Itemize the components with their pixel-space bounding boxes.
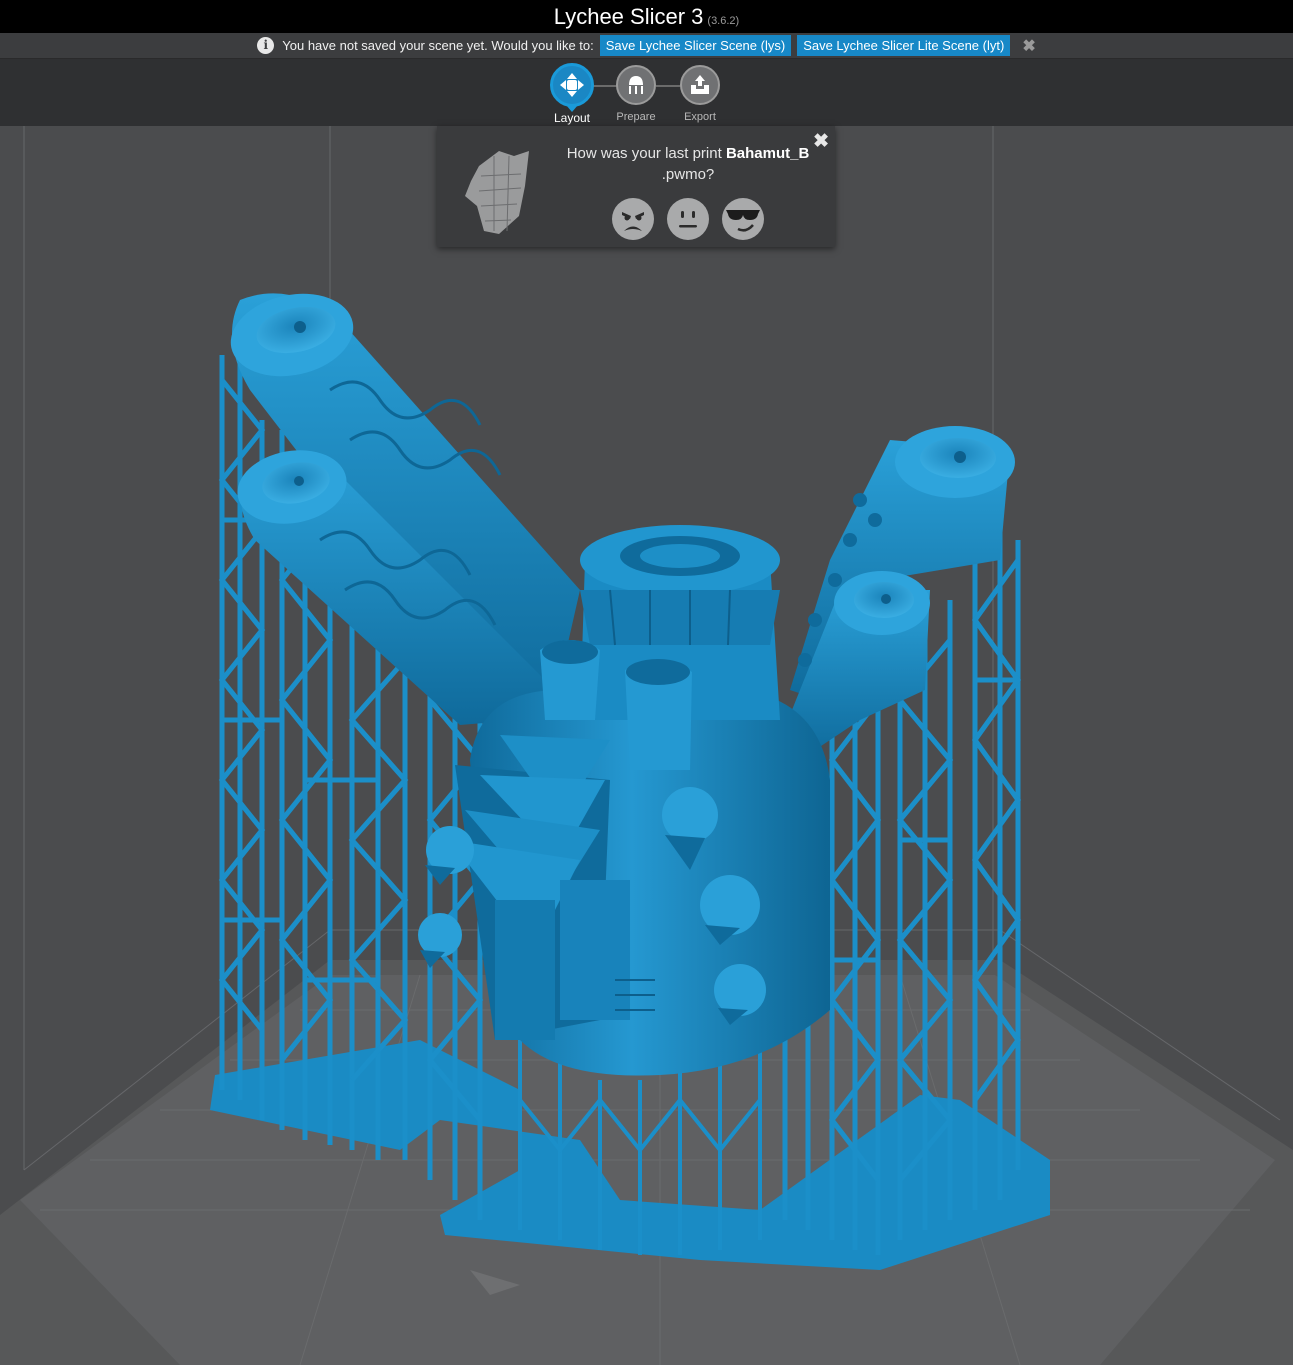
close-icon[interactable]: ✖ [813,130,829,153]
workflow-stepper: Layout Prepare Export [0,59,1293,126]
neutral-face-icon[interactable] [667,198,709,240]
step-label: Layout [553,111,591,125]
close-icon[interactable]: ✖ [1022,36,1035,56]
save-lyt-button[interactable]: Save Lychee Slicer Lite Scene (lyt) [797,35,1011,56]
app-version: (3.6.2) [707,15,740,27]
scene-canvas [0,126,1293,1365]
print-file-ext: .pwmo? [661,166,715,183]
app-title: Lychee Slicer 3 [553,4,704,29]
app-window: Lychee Slicer 3 (3.6.2) i You have not sa… [0,0,1293,1365]
title-bar: Lychee Slicer 3 (3.6.2) [0,0,1293,33]
save-lys-button[interactable]: Save Lychee Slicer Scene (lys) [599,35,792,56]
unsaved-scene-notice: i You have not saved your scene yet. Wou… [0,33,1293,59]
print-feedback-popup: How was your last print Bahamut_B .pwmo?… [437,126,835,247]
question-text: How was your last print [566,145,722,162]
3d-viewport[interactable] [0,126,1293,1365]
export-box-icon [680,65,720,105]
step-label: Export [684,111,716,123]
cool-face-icon[interactable] [722,198,764,240]
step-label: Prepare [616,111,656,123]
print-file-name: Bahamut_B [725,145,810,162]
step-layout[interactable]: Layout [542,63,602,125]
notice-message: You have not saved your scene yet. Would… [282,38,594,53]
angry-face-icon[interactable] [612,198,654,240]
step-export[interactable]: Export [670,65,730,123]
info-icon: i [257,37,275,54]
feedback-question: How was your last print Bahamut_B .pwmo? [553,143,823,185]
active-step-pointer [566,105,578,112]
rating-options [612,198,764,240]
model-thumbnail [459,146,535,238]
step-prepare[interactable]: Prepare [606,65,666,123]
move-arrows-icon [550,63,594,107]
supports-icon [616,65,656,105]
model-left-tubes [230,293,580,725]
